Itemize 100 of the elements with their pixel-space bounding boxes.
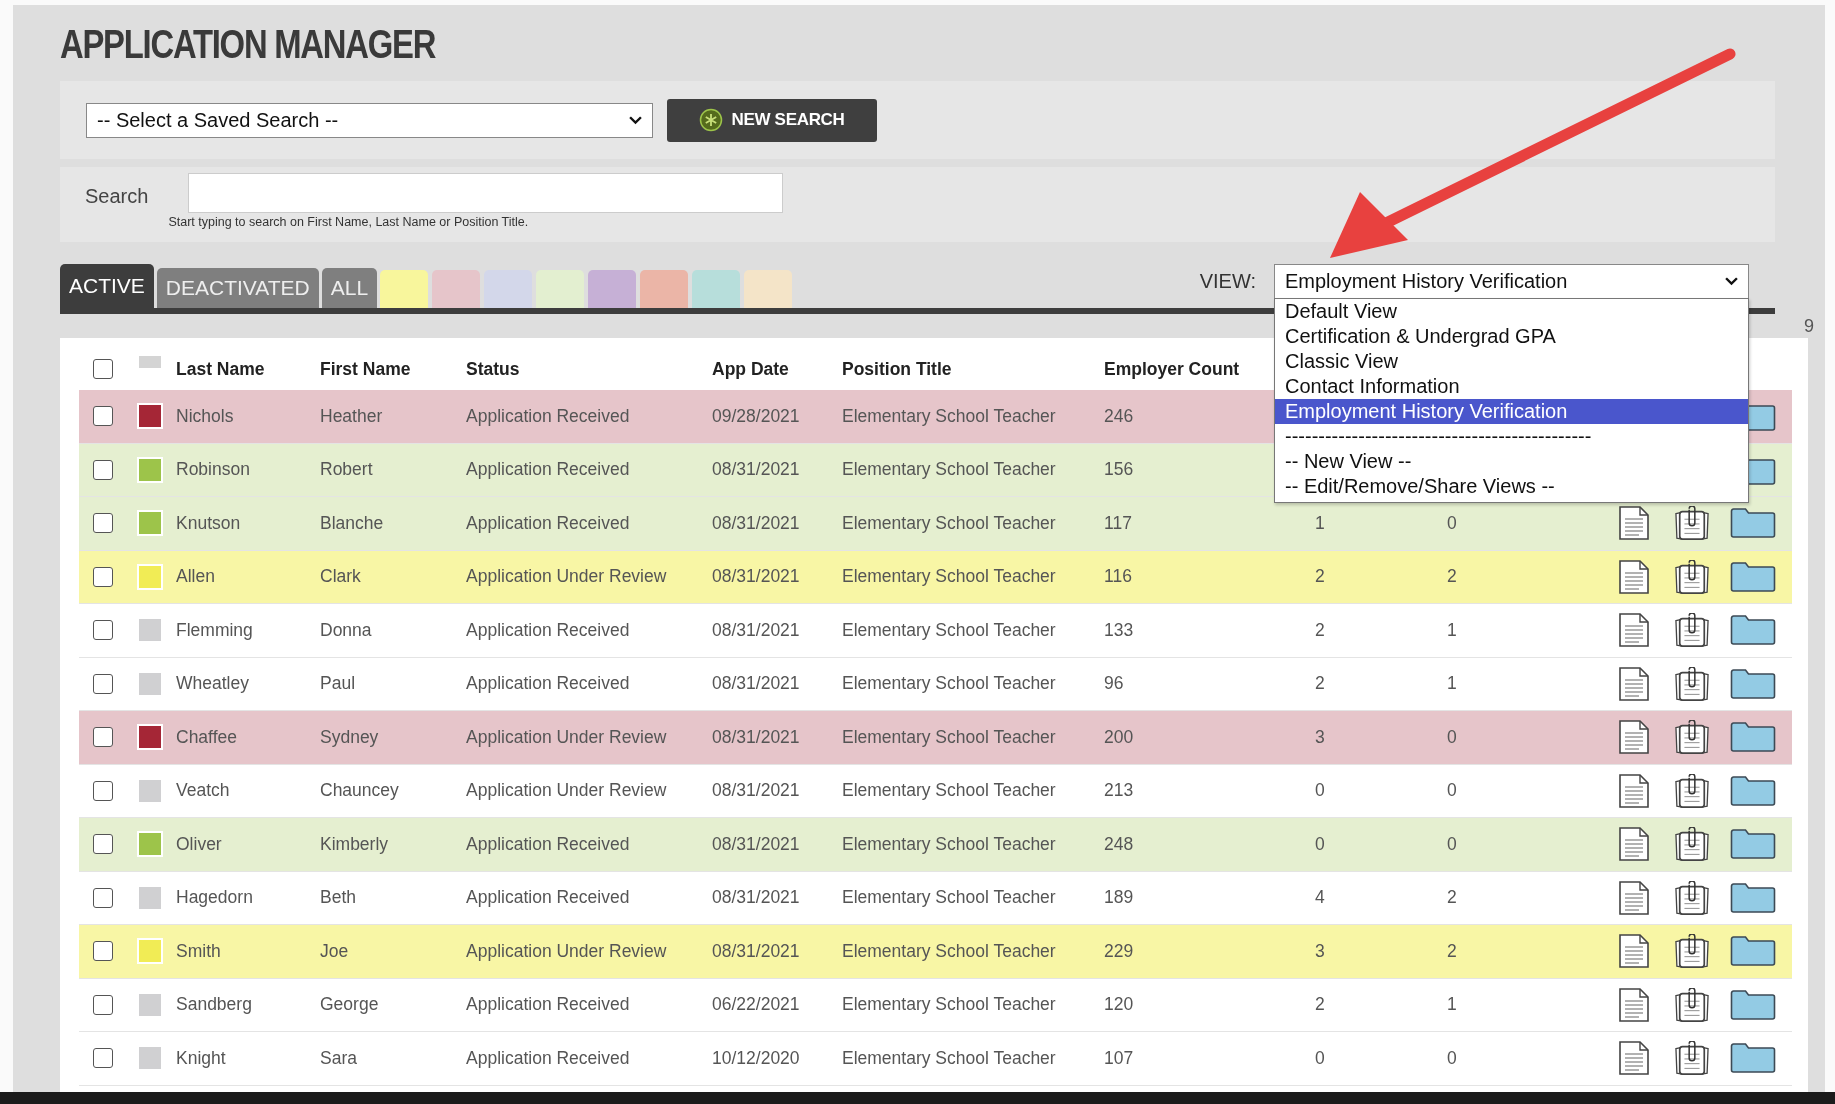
paperclip-icon[interactable] [1672, 1041, 1712, 1076]
menu-option[interactable]: Default View [1275, 298, 1748, 324]
document-icon[interactable] [1618, 720, 1650, 755]
folder-icon[interactable] [1730, 615, 1776, 646]
table-row[interactable]: Knutson Blanche Application Received 08/31/2021 Elementary School Teacher 117 1 0 [79, 497, 1792, 551]
row-checkbox[interactable] [93, 727, 113, 748]
color-tab[interactable] [432, 270, 481, 308]
table-cell: 2 [1447, 887, 1457, 909]
search-field[interactable] [188, 173, 784, 213]
column-header[interactable]: Last Name [173, 358, 317, 380]
column-header[interactable]: Position Title [839, 358, 1101, 380]
paperclip-icon[interactable] [1672, 987, 1712, 1022]
table-cell: Elementary School Teacher [842, 673, 1056, 695]
saved-search-dropdown[interactable]: -- Select a Saved Search -- [86, 102, 653, 138]
table-row[interactable]: Oliver Kimberly Application Received 08/31/2021 Elementary School Teacher 248 0 0 [79, 818, 1792, 872]
folder-icon[interactable] [1730, 508, 1776, 539]
color-tab[interactable] [484, 270, 533, 308]
table-cell: 08/31/2021 [712, 726, 800, 748]
table-cell: 1 [1447, 994, 1457, 1016]
row-checkbox[interactable] [93, 887, 113, 908]
row-checkbox[interactable] [93, 834, 113, 855]
color-tab[interactable] [588, 270, 637, 308]
document-icon [1619, 987, 1649, 1022]
color-tab[interactable] [692, 270, 741, 308]
color-tab[interactable] [536, 270, 585, 308]
paperclip-icon[interactable] [1672, 880, 1712, 915]
table-cell: Elementary School Teacher [842, 887, 1056, 909]
column-header[interactable]: First Name [317, 358, 463, 380]
table-cell: Application Received [466, 673, 630, 695]
document-icon[interactable] [1618, 666, 1650, 701]
document-icon [1619, 666, 1649, 701]
tab[interactable]: ACTIVE [60, 264, 154, 308]
paperclip-icon[interactable] [1672, 720, 1712, 755]
row-checkbox[interactable] [93, 1048, 113, 1069]
document-icon[interactable] [1618, 1041, 1650, 1076]
document-icon[interactable] [1618, 506, 1650, 541]
table-cell: 0 [1447, 833, 1457, 855]
row-checkbox[interactable] [93, 620, 113, 641]
table-cell: 156 [1104, 459, 1134, 481]
folder-icon[interactable] [1730, 722, 1776, 753]
menu-option[interactable]: Certification & Undergrad GPA [1275, 323, 1748, 349]
table-cell: 2 [1315, 619, 1325, 641]
header-checkbox[interactable] [93, 359, 113, 379]
document-icon[interactable] [1618, 934, 1650, 969]
folder-icon[interactable] [1730, 1043, 1776, 1074]
document-icon[interactable] [1618, 827, 1650, 862]
column-header[interactable]: App Date [709, 358, 839, 380]
row-checkbox[interactable] [93, 994, 113, 1015]
paperclip-icon[interactable] [1672, 559, 1712, 594]
table-cell: Application Under Review [466, 566, 667, 588]
table-cell: 08/31/2021 [712, 780, 800, 802]
color-tab[interactable] [744, 270, 793, 308]
paperclip-icon[interactable] [1672, 934, 1712, 969]
row-checkbox[interactable] [93, 566, 113, 587]
table-cell: 248 [1104, 833, 1134, 855]
folder-icon[interactable] [1730, 989, 1776, 1020]
table-cell: 08/31/2021 [712, 459, 800, 481]
document-icon[interactable] [1618, 613, 1650, 648]
document-icon [1619, 773, 1649, 808]
menu-option[interactable]: Employment History Verification [1275, 398, 1748, 424]
row-checkbox[interactable] [93, 513, 113, 534]
table-cell: Nichols [176, 405, 234, 427]
table-row[interactable]: Allen Clark Application Under Review 08/31/2021 Elementary School Teacher 116 2 2 [79, 550, 1792, 604]
paperclip-icon[interactable] [1672, 773, 1712, 808]
row-checkbox[interactable] [93, 459, 113, 480]
color-tab[interactable] [640, 270, 689, 308]
document-icon[interactable] [1618, 773, 1650, 808]
table-cell: Allen [176, 566, 215, 588]
table-row[interactable]: Chaffee Sydney Application Under Review 08/31/2021 Elementary School Teacher 200 3 0 [79, 711, 1792, 765]
menu-option[interactable]: Classic View [1275, 348, 1748, 374]
row-checkbox[interactable] [93, 673, 113, 694]
document-icon[interactable] [1618, 559, 1650, 594]
folder-icon[interactable] [1730, 936, 1776, 967]
folder-icon[interactable] [1730, 668, 1776, 699]
table-cell: Sara [320, 1047, 357, 1069]
row-checkbox[interactable] [93, 780, 113, 801]
table-row[interactable]: Smith Joe Application Under Review 08/31/2021 Elementary School Teacher 229 3 2 [79, 925, 1792, 979]
row-checkbox[interactable] [93, 941, 113, 962]
table-cell: Sydney [320, 726, 379, 748]
paperclip-icon[interactable] [1672, 827, 1712, 862]
paperclip-icon[interactable] [1672, 506, 1712, 541]
folder-icon[interactable] [1730, 882, 1776, 913]
table-cell: Application Received [466, 1047, 630, 1069]
table-cell: Elementary School Teacher [842, 619, 1056, 641]
table-cell: Knutson [176, 512, 241, 534]
folder-icon[interactable] [1730, 561, 1776, 592]
document-icon[interactable] [1618, 880, 1650, 915]
row-checkbox[interactable] [93, 406, 113, 427]
document-icon[interactable] [1618, 987, 1650, 1022]
paperclip-icon[interactable] [1672, 666, 1712, 701]
column-header[interactable]: Status [463, 358, 709, 380]
menu-option[interactable]: -- New View -- [1275, 448, 1748, 474]
paperclip-icon[interactable] [1672, 613, 1712, 648]
new-search-button[interactable]: NEW SEARCH [667, 98, 877, 142]
folder-icon[interactable] [1730, 829, 1776, 860]
color-tab[interactable] [380, 270, 429, 308]
folder-icon[interactable] [1730, 775, 1776, 806]
menu-option[interactable]: -- Edit/Remove/Share Views -- [1275, 473, 1748, 499]
table-cell: 08/31/2021 [712, 887, 800, 909]
view-dropdown[interactable]: Employment History Verification [1274, 263, 1749, 299]
